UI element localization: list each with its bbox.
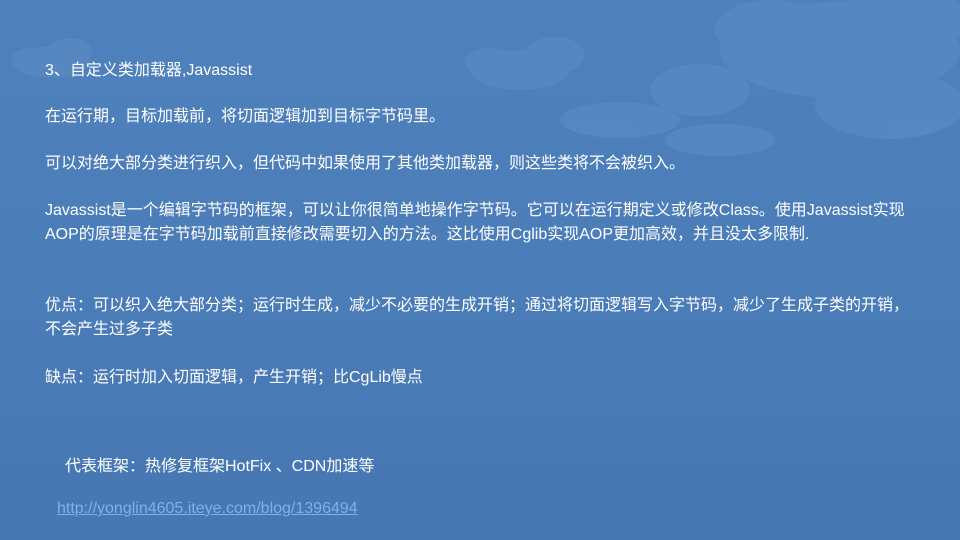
paragraph-javassist-intro: Javassist是一个编辑字节码的框架，可以让你很简单地操作字节码。它可以在运… <box>45 202 905 243</box>
slide-heading: 3、自定义类加载器,Javassist <box>45 62 253 79</box>
paragraph-advantages: 优点：可以织入绝大部分类；运行时生成，减少不必要的生成开销；通过将切面逻辑写入字… <box>45 297 910 338</box>
representative-frameworks: 代表框架：热修复框架HotFix 、CDN加速等 <box>65 458 375 475</box>
paragraph-runtime: 在运行期，目标加载前，将切面逻辑加到目标字节码里。 <box>45 108 446 125</box>
paragraph-disadvantages: 缺点：运行时加入切面逻辑，产生开销；比CgLib慢点 <box>45 369 423 386</box>
slide: 3、自定义类加载器,Javassist 在运行期，目标加载前，将切面逻辑加到目标… <box>0 0 960 540</box>
paragraph-weaving-scope: 可以对绝大部分类进行织入，但代码中如果使用了其他类加载器，则这些类将不会被织入。 <box>45 155 686 172</box>
reference-link[interactable]: http://yonglin4605.iteye.com/blog/139649… <box>57 497 358 521</box>
